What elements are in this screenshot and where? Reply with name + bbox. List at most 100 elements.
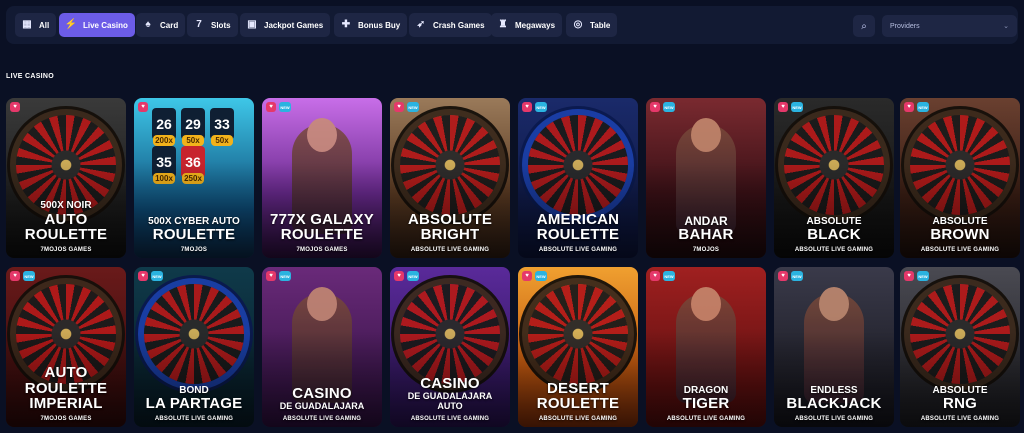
game-card[interactable]: ♥ NEW AMERICAN ROULETTE ABSOLUTE LIVE GAM… (518, 98, 638, 258)
filter-crash-games-label: Crash Games (433, 20, 485, 30)
section-title: LIVE CASINO (6, 73, 55, 80)
bag-icon: ♜ (498, 19, 508, 30)
new-badge: NEW (279, 102, 291, 112)
filter-crash-games[interactable]: ➶ Crash Games (409, 13, 492, 37)
filter-table-label: Table (590, 20, 611, 30)
game-card[interactable]: ♥ NEW CASINO DE GUADALAJARA ABSOLUTE LIVE… (262, 267, 382, 427)
new-badge: NEW (791, 271, 803, 281)
game-title-line4: LA PARTAGE (145, 395, 243, 413)
game-card[interactable]: ♥ NEW ENDLESS BLACKJACK ABSOLUTE LIVE GAM… (774, 267, 894, 427)
hot-badge: ♥ (650, 102, 660, 112)
lightning-icon: ⚡ (64, 19, 78, 30)
game-title-line3: ROULETTE (24, 379, 108, 397)
seven-icon: 7 (196, 19, 202, 30)
filter-all[interactable]: ▦ All (15, 13, 57, 37)
hot-badge: ♥ (778, 102, 788, 112)
filter-card-label: Card (160, 20, 179, 30)
filter-slots-label: Slots (211, 20, 231, 30)
game-title-line2: ABSOLUTE (407, 210, 493, 228)
filter-all-label: All (39, 20, 50, 30)
hot-badge: ♥ (138, 102, 148, 112)
new-badge: NEW (23, 271, 35, 281)
grid-icon: ▦ (22, 19, 32, 30)
hot-badge: ♥ (266, 102, 276, 112)
filter-card[interactable]: ♠ Card (136, 13, 186, 37)
game-provider: 7MOJOS (692, 247, 720, 253)
game-card[interactable]: ♥ NEW ANDAR BAHAR 7MOJOS (646, 98, 766, 258)
hot-badge: ♥ (10, 271, 20, 281)
chevron-down-icon: ⌄ (1003, 23, 1009, 30)
game-provider: ABSOLUTE LIVE GAMING (538, 416, 618, 422)
game-provider: 7MOJOS (180, 247, 208, 253)
game-title-line4: ROULETTE (152, 226, 236, 244)
new-badge: NEW (535, 271, 547, 281)
new-badge: NEW (407, 271, 419, 281)
game-title-line4: ROULETTE (536, 395, 620, 413)
game-title-line2: CASINO (292, 385, 352, 403)
game-provider: ABSOLUTE LIVE GAMING (920, 247, 1000, 253)
game-card[interactable]: ♥ NEW CASINO DE GUADALAJARA AUTO ABSOLUTE… (390, 267, 510, 427)
game-provider: 7MOJOS GAMES (40, 416, 92, 422)
filter-bonus-buy-label: Bonus Buy (358, 20, 401, 30)
game-provider: 7MOJOS GAMES (40, 247, 92, 253)
game-provider: ABSOLUTE LIVE GAMING (410, 247, 490, 253)
game-card[interactable]: ♥ 500X NOIR AUTO ROULETTE 7MOJOS GAMES (6, 98, 126, 258)
filter-slots[interactable]: 7 Slots (187, 13, 238, 37)
game-provider: ABSOLUTE LIVE GAMING (794, 416, 874, 422)
game-provider: ABSOLUTE LIVE GAMING (538, 247, 618, 253)
game-provider: 7MOJOS GAMES (296, 247, 348, 253)
game-title-line4: RNG (943, 395, 977, 413)
new-badge: NEW (279, 271, 291, 281)
game-title-line2: DESERT (546, 379, 610, 397)
game-title-line4: TIGER (682, 395, 730, 413)
game-title-line4: IMPERIAL (29, 395, 103, 413)
game-provider: ABSOLUTE LIVE GAMING (920, 416, 1000, 422)
game-provider: ABSOLUTE LIVE GAMING (794, 247, 874, 253)
filter-megaways-label: Megaways (515, 20, 556, 30)
filter-bar: ▦ All ⚡ Live Casino ♠ Card 7 Slots ▣ Jac… (6, 6, 1018, 44)
game-card[interactable]: ♥ NEW 777X GALAXY ROULETTE 7MOJOS GAMES (262, 98, 382, 258)
hot-badge: ♥ (650, 271, 660, 281)
game-card[interactable]: ♥ NEW ABSOLUTE BRIGHT ABSOLUTE LIVE GAMIN… (390, 98, 510, 258)
game-card[interactable]: ♥ NEW ABSOLUTE RNG ABSOLUTE LIVE GAMING (900, 267, 1020, 427)
filter-jackpot-games[interactable]: ▣ Jackpot Games (240, 13, 331, 37)
game-card[interactable]: ♥ NEW ABSOLUTE BLACK ABSOLUTE LIVE GAMING (774, 98, 894, 258)
new-badge: NEW (535, 102, 547, 112)
hot-badge: ♥ (10, 102, 20, 112)
game-card[interactable]: ♥ NEW BOND LA PARTAGE ABSOLUTE LIVE GAMIN… (134, 267, 254, 427)
game-title-line2: 777X GALAXY (270, 210, 374, 228)
game-title-line4: ROULETTE (24, 226, 108, 244)
game-provider: ABSOLUTE LIVE GAMING (666, 416, 746, 422)
hot-badge: ♥ (904, 102, 914, 112)
cards-icon: ♠ (145, 19, 151, 30)
game-card[interactable]: ♥ NEW ABSOLUTE BROWN ABSOLUTE LIVE GAMING (900, 98, 1020, 258)
filter-table[interactable]: ◎ Table (566, 13, 618, 37)
game-card[interactable]: ♥ NEW DRAGON TIGER ABSOLUTE LIVE GAMING (646, 267, 766, 427)
game-title-line4: ROULETTE (536, 226, 620, 244)
hot-badge: ♥ (522, 102, 532, 112)
search-button[interactable]: ⌕ (853, 15, 875, 37)
hot-badge: ♥ (266, 271, 276, 281)
game-title-line4: BAHAR (678, 226, 734, 244)
new-badge: NEW (663, 271, 675, 281)
game-title-line2: AUTO (44, 363, 88, 381)
filter-bonus-buy[interactable]: ✚ Bonus Buy (334, 13, 408, 37)
game-title-line2: AUTO (44, 210, 88, 228)
game-title-line4: BRIGHT (420, 226, 480, 244)
new-badge: NEW (917, 102, 929, 112)
rocket-icon: ➶ (416, 19, 426, 30)
hot-badge: ♥ (522, 271, 532, 281)
filter-live-casino[interactable]: ⚡ Live Casino (59, 13, 135, 37)
search-icon: ⌕ (861, 20, 867, 32)
game-title-line4: BROWN (930, 226, 990, 244)
game-card[interactable]: 26200x 2950x 3350x 35100x 36250x ♥ 500X … (134, 98, 254, 258)
filter-jackpot-games-label: Jackpot Games (264, 20, 324, 30)
providers-dropdown[interactable]: Providers ⌄ (882, 15, 1017, 37)
hot-badge: ♥ (904, 271, 914, 281)
filter-live-casino-label: Live Casino (83, 20, 128, 30)
game-card[interactable]: ♥ NEW AUTO ROULETTE IMPERIAL 7MOJOS GAMES (6, 267, 126, 427)
hot-badge: ♥ (394, 102, 404, 112)
game-card[interactable]: ♥ NEW DESERT ROULETTE ABSOLUTE LIVE GAMIN… (518, 267, 638, 427)
filter-megaways[interactable]: ♜ Megaways (491, 13, 563, 37)
new-badge: NEW (917, 271, 929, 281)
